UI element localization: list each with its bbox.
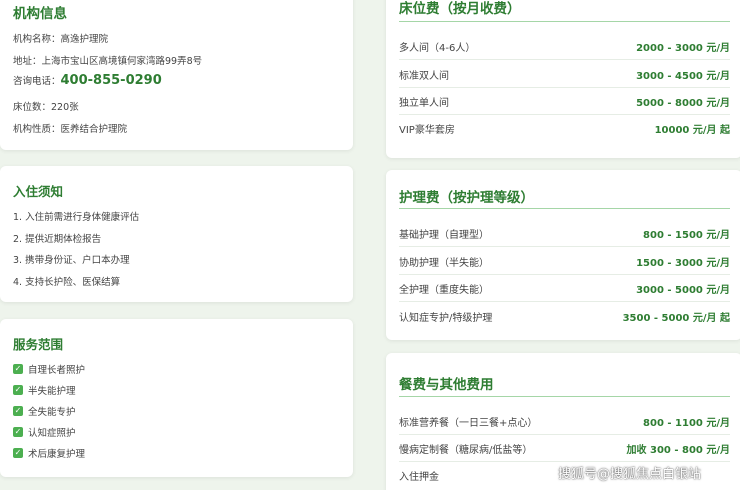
institution-address: 地址：上海市宝山区高境镇何家湾路99弄8号 bbox=[13, 56, 203, 67]
notice-item: 2. 提供近期体检报告 bbox=[13, 234, 102, 245]
notice-item: 3. 携带身份证、户口本办理 bbox=[13, 255, 130, 266]
service-item: ✓ 半失能护理 bbox=[13, 385, 76, 397]
notice-item: 4. 支持长护险、医保结算 bbox=[13, 277, 121, 288]
watermark: 搜狐号@搜狐焦点白银站 bbox=[558, 467, 702, 482]
price-row: 慢病定制餐（糖尿病/低盐等） 加收 300 - 800 元/月 bbox=[399, 435, 730, 462]
check-icon: ✓ bbox=[13, 406, 23, 416]
care-fee-title: 护理费（按护理等级） bbox=[399, 190, 534, 206]
title-divider bbox=[399, 396, 730, 397]
institution-info-card: 机构信息 机构名称：高逸护理院 地址：上海市宝山区高境镇何家湾路99弄8号 咨询… bbox=[0, 0, 353, 150]
institution-name: 机构名称：高逸护理院 bbox=[13, 34, 109, 45]
title-divider bbox=[399, 208, 730, 209]
price-row: 标准双人间 3000 - 4500 元/月 bbox=[399, 61, 730, 88]
institution-info-title: 机构信息 bbox=[13, 6, 67, 22]
notice-item: 1. 入住前需进行身体健康评估 bbox=[13, 212, 140, 223]
price-row: 全护理（重度失能） 3000 - 5000 元/月 bbox=[399, 275, 730, 302]
price-row: 多人间（4-6人） 2000 - 3000 元/月 bbox=[399, 33, 730, 60]
check-icon: ✓ bbox=[13, 448, 23, 458]
service-item: ✓ 认知症照护 bbox=[13, 427, 76, 439]
check-icon: ✓ bbox=[13, 385, 23, 395]
institution-nature: 机构性质：医养结合护理院 bbox=[13, 124, 128, 135]
service-item: ✓ 自理长者照护 bbox=[13, 364, 86, 376]
price-row: VIP豪华套房 10000 元/月 起 bbox=[399, 125, 730, 136]
institution-phone-line: 咨询电话：400-855-0290 bbox=[13, 73, 162, 88]
price-row: 标准营养餐（一日三餐+点心） 800 - 1100 元/月 bbox=[399, 408, 730, 435]
care-fee-card: 护理费（按护理等级） 基础护理（自理型） 800 - 1500 元/月 协助护理… bbox=[386, 170, 740, 340]
price-row: 认知症专护/特级护理 3500 - 5000 元/月 起 bbox=[399, 313, 730, 324]
admission-notice-card: 入住须知 1. 入住前需进行身体健康评估 2. 提供近期体检报告 3. 携带身份… bbox=[0, 166, 353, 302]
title-divider bbox=[399, 21, 730, 22]
bed-fee-title: 床位费（按月收费） bbox=[399, 1, 521, 17]
institution-beds: 床位数：220张 bbox=[13, 102, 79, 113]
check-icon: ✓ bbox=[13, 427, 23, 437]
service-item: ✓ 全失能专护 bbox=[13, 406, 76, 418]
service-item: ✓ 术后康复护理 bbox=[13, 448, 86, 460]
service-scope-card: 服务范围 ✓ 自理长者照护 ✓ 半失能护理 ✓ 全失能专护 ✓ 认知症照护 ✓ 术后康复护… bbox=[0, 319, 353, 477]
bed-fee-card: 床位费（按月收费） 多人间（4-6人） 2000 - 3000 元/月 标准双人… bbox=[386, 0, 740, 158]
check-icon: ✓ bbox=[13, 364, 23, 374]
phone-number[interactable]: 400-855-0290 bbox=[61, 73, 162, 88]
service-scope-title: 服务范围 bbox=[13, 337, 64, 352]
admission-notice-title: 入住须知 bbox=[13, 184, 64, 199]
price-row: 独立单人间 5000 - 8000 元/月 bbox=[399, 88, 730, 115]
phone-label: 咨询电话： bbox=[13, 76, 61, 87]
price-row: 协助护理（半失能） 1500 - 3000 元/月 bbox=[399, 248, 730, 275]
meal-fee-title: 餐费与其他费用 bbox=[399, 377, 494, 393]
price-row: 基础护理（自理型） 800 - 1500 元/月 bbox=[399, 220, 730, 247]
